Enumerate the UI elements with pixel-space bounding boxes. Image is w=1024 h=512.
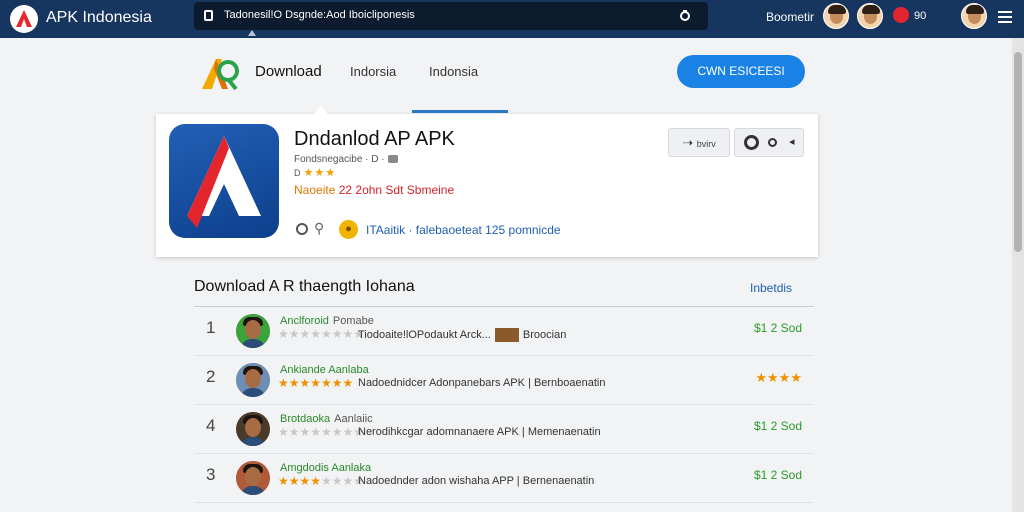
pin-icon[interactable]: ⚲ bbox=[314, 220, 324, 237]
apk-logo-icon[interactable] bbox=[10, 5, 38, 33]
row-description: Nadoednidcer Adonpanebars APK | Bernboae… bbox=[358, 377, 606, 389]
menu-icon[interactable] bbox=[998, 11, 1012, 23]
coin-icon: ● bbox=[339, 220, 358, 239]
row-description: Nerodihkcgar adomnanaere APK | Memenaena… bbox=[358, 426, 601, 438]
options-button[interactable]: ◂ bbox=[734, 128, 804, 157]
row-desc-a: Nerodihkcgar adomnanaere APK | bbox=[358, 426, 525, 438]
share-button[interactable]: ➝ bvirv bbox=[668, 128, 730, 157]
brand-name[interactable]: APK Indonesia bbox=[46, 9, 152, 27]
account-label[interactable]: Boometir bbox=[766, 10, 814, 24]
row-description: Tiodoaite!lOPodaukt Arck... Broocian bbox=[358, 328, 566, 342]
row-rank: 2 bbox=[206, 367, 216, 386]
row-desc-a: Nadoednder adon wishaha APP | bbox=[358, 475, 520, 487]
developer-name: Fondsnegacibe · D · bbox=[294, 154, 385, 165]
row-name-text: Ankiande Aanlaba bbox=[280, 364, 369, 376]
share-label: bvirv bbox=[696, 139, 716, 149]
row-rating: ★★★★★★★★ bbox=[278, 425, 364, 439]
row-rank: 3 bbox=[206, 465, 216, 484]
row-app-name[interactable]: Brotdaoka Aanlaiic bbox=[280, 413, 373, 425]
share-icon: ➝ bbox=[682, 135, 697, 150]
list-item[interactable]: 2 Ankiande Aanlaba ★★★★★★★ Nadoednidcer Ado… bbox=[194, 356, 814, 405]
tagline-highlight: Naoeite bbox=[294, 183, 336, 197]
app-title: Dndanlod AP APK bbox=[294, 128, 455, 150]
settings-icon bbox=[744, 135, 759, 150]
row-rating: ★★★★★★★★ bbox=[278, 327, 364, 341]
app-tagline: Naoeite 22 2ohn Sdt Sbmeine bbox=[294, 183, 454, 197]
row-price[interactable]: ★★★★ bbox=[755, 370, 802, 386]
app-developer[interactable]: Fondsnegacibe · D · bbox=[294, 154, 398, 165]
list-item[interactable]: 4 Brotdaoka Aanlaiic ★★★★★★★★ Nerodihkcgar a… bbox=[194, 405, 814, 454]
cta-button[interactable]: CWN ESICEESI bbox=[677, 55, 805, 88]
row-app-name[interactable]: Anclforoid Pomabe bbox=[280, 315, 374, 327]
thumbnail-icon bbox=[494, 328, 519, 342]
developer-badge-icon bbox=[387, 155, 398, 164]
row-app-name[interactable]: Amgdodis Aanlaka bbox=[280, 462, 375, 474]
row-rating: ★★★★★★★★ bbox=[278, 474, 364, 488]
app-card: Dndanlod AP APK Fondsnegacibe · D · D ★★★… bbox=[156, 114, 818, 257]
avatar[interactable] bbox=[236, 314, 270, 348]
row-desc-a: Tiodoaite!lOPodaukt Arck... bbox=[358, 328, 491, 341]
nav-download[interactable]: Download bbox=[255, 63, 322, 80]
row-rating: ★★★★★★★ bbox=[278, 376, 353, 390]
avatar[interactable] bbox=[961, 3, 987, 29]
chevron-down-icon: ◂ bbox=[789, 136, 795, 148]
avatar[interactable] bbox=[823, 3, 849, 29]
row-price[interactable]: $1 2 Sod bbox=[754, 468, 802, 482]
row-desc-b: Memenaenatin bbox=[527, 426, 601, 438]
row-price[interactable]: $1 2 Sod bbox=[754, 321, 802, 335]
search-caret bbox=[248, 30, 256, 36]
row-description: Nadoednder adon wishaha APP | Bernenaena… bbox=[358, 475, 594, 487]
avatar[interactable] bbox=[857, 3, 883, 29]
row-name-sub: Pomabe bbox=[332, 315, 374, 327]
app-meta[interactable]: ITAaitik · falebaoeteat 125 pomnicde bbox=[366, 223, 561, 237]
row-name-text: Anclforoid bbox=[280, 315, 329, 327]
search-input[interactable]: Tadonesil!O Dsgnde:Aod Iboicliponesis bbox=[224, 9, 415, 21]
nav-active-indicator bbox=[412, 110, 508, 113]
nav-link-indorsia[interactable]: Indorsia bbox=[350, 64, 396, 79]
app-rating: D ★★★ bbox=[294, 166, 336, 179]
scroll-thumb[interactable] bbox=[1014, 52, 1022, 252]
site-logo-icon[interactable] bbox=[198, 53, 242, 93]
tagline-rest: 22 2ohn Sdt Sbmeine bbox=[335, 183, 455, 197]
row-name-text: Amgdodis Aanlaka bbox=[280, 462, 372, 474]
list-title: Download A R thaength Iohana bbox=[194, 278, 415, 295]
top-bar: APK Indonesia Tadonesil!O Dsgnde:Aod Ibo… bbox=[0, 0, 1024, 38]
stars-empty: ★★★★★★★★ bbox=[278, 425, 365, 439]
app-icon bbox=[169, 124, 279, 238]
dot-icon bbox=[768, 138, 777, 147]
row-price[interactable]: $1 2 Sod bbox=[754, 419, 802, 433]
list-item[interactable]: 1 Anclforoid Pomabe ★★★★★★★★ Tiodoaite!lOPod… bbox=[194, 307, 814, 356]
row-desc-b: Broocian bbox=[522, 328, 567, 341]
lock-icon bbox=[204, 10, 213, 21]
avatar[interactable] bbox=[236, 363, 270, 397]
row-app-name[interactable]: Ankiande Aanlaba bbox=[280, 364, 373, 376]
rating-stars: ★★★ bbox=[303, 167, 337, 179]
row-desc-a: Nadoednidcer Adonpanebars APK | bbox=[358, 377, 531, 389]
stars-filled: ★★★★★★★ bbox=[278, 376, 354, 390]
notification-count[interactable]: 90 bbox=[914, 10, 926, 22]
list-filter-link[interactable]: Inbetdis bbox=[750, 281, 792, 295]
row-name-sub: Aanlaiic bbox=[334, 413, 373, 425]
avatar[interactable] bbox=[236, 461, 270, 495]
avatar[interactable] bbox=[236, 412, 270, 446]
rating-prefix: D bbox=[294, 168, 302, 178]
row-rank: 1 bbox=[206, 318, 216, 337]
nav-pointer bbox=[314, 106, 328, 114]
row-desc-b: Bernboaenatin bbox=[533, 377, 606, 389]
row-name-text: Brotdaoka bbox=[280, 413, 331, 425]
info-icon[interactable] bbox=[296, 223, 308, 235]
row-rank: 4 bbox=[206, 416, 216, 435]
nav-link-indonsia[interactable]: Indonsia bbox=[429, 64, 478, 79]
stars-filled: ★★★★ bbox=[278, 474, 322, 488]
list-item[interactable]: 3 Amgdodis Aanlaka ★★★★★★★★ Nadoednder adon… bbox=[194, 454, 814, 503]
bell-badge-icon[interactable] bbox=[893, 7, 909, 23]
stars-empty: ★★★★★★★★ bbox=[278, 327, 365, 341]
scrollbar[interactable] bbox=[1012, 38, 1024, 512]
row-desc-b: Bernenaenatin bbox=[522, 475, 595, 487]
search-bar[interactable]: Tadonesil!O Dsgnde:Aod Iboicliponesis bbox=[194, 2, 708, 30]
search-icon[interactable] bbox=[678, 8, 694, 24]
